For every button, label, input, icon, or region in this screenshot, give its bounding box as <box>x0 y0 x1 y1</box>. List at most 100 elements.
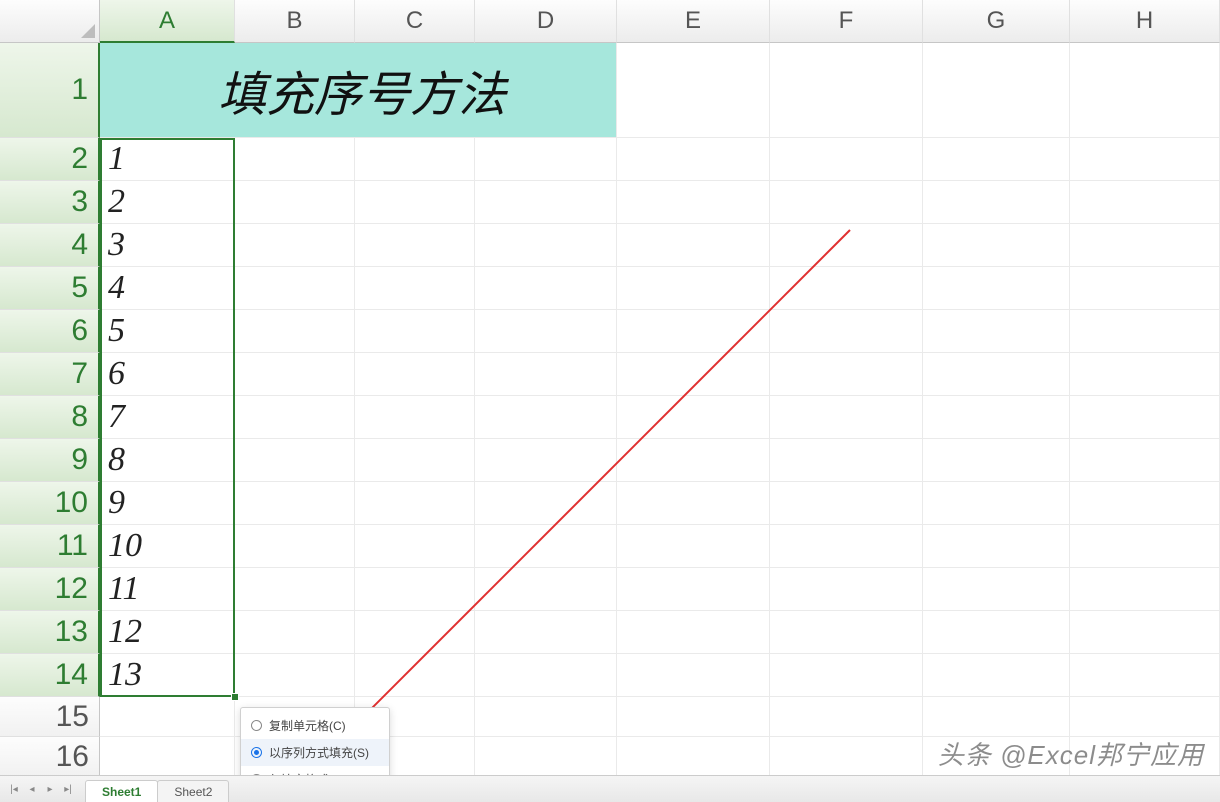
cell-H14[interactable] <box>1070 654 1220 697</box>
cell-B2[interactable] <box>235 138 355 181</box>
cell-E6[interactable] <box>617 310 770 353</box>
cell-F5[interactable] <box>770 267 923 310</box>
cell-B11[interactable] <box>235 525 355 568</box>
cell-D7[interactable] <box>475 353 617 396</box>
cell-A12[interactable]: 11 <box>100 568 235 611</box>
cell-F9[interactable] <box>770 439 923 482</box>
cell-H9[interactable] <box>1070 439 1220 482</box>
cell-B12[interactable] <box>235 568 355 611</box>
nav-prev-icon[interactable]: ◂ <box>24 781 40 797</box>
cell-A11[interactable]: 10 <box>100 525 235 568</box>
cell-H4[interactable] <box>1070 224 1220 267</box>
cell-A4[interactable]: 3 <box>100 224 235 267</box>
cell-D16[interactable] <box>475 737 617 777</box>
cell-A9[interactable]: 8 <box>100 439 235 482</box>
cell-G10[interactable] <box>923 482 1070 525</box>
nav-last-icon[interactable]: ▸| <box>60 781 76 797</box>
row-header-4[interactable]: 4 <box>0 224 100 267</box>
cell-C11[interactable] <box>355 525 475 568</box>
cell-G1[interactable] <box>923 43 1070 138</box>
cell-E2[interactable] <box>617 138 770 181</box>
cell-D3[interactable] <box>475 181 617 224</box>
cell-E15[interactable] <box>617 697 770 737</box>
cell-F1[interactable] <box>770 43 923 138</box>
cell-C14[interactable] <box>355 654 475 697</box>
cell-B3[interactable] <box>235 181 355 224</box>
cell-G11[interactable] <box>923 525 1070 568</box>
cell-C7[interactable] <box>355 353 475 396</box>
cell-A13[interactable]: 12 <box>100 611 235 654</box>
cell-B8[interactable] <box>235 396 355 439</box>
cell-C12[interactable] <box>355 568 475 611</box>
row-header-5[interactable]: 5 <box>0 267 100 310</box>
column-header-A[interactable]: A <box>100 0 235 43</box>
cell-A16[interactable] <box>100 737 235 777</box>
cell-D4[interactable] <box>475 224 617 267</box>
cell-E12[interactable] <box>617 568 770 611</box>
cell-G4[interactable] <box>923 224 1070 267</box>
row-header-15[interactable]: 15 <box>0 697 100 737</box>
fill-handle[interactable] <box>231 693 239 701</box>
cell-A6[interactable]: 5 <box>100 310 235 353</box>
cell-G7[interactable] <box>923 353 1070 396</box>
cell-C2[interactable] <box>355 138 475 181</box>
cell-C3[interactable] <box>355 181 475 224</box>
cell-D6[interactable] <box>475 310 617 353</box>
column-header-C[interactable]: C <box>355 0 475 43</box>
column-header-B[interactable]: B <box>235 0 355 43</box>
cell-H12[interactable] <box>1070 568 1220 611</box>
cell-E11[interactable] <box>617 525 770 568</box>
row-header-10[interactable]: 10 <box>0 482 100 525</box>
cell-A14[interactable]: 13 <box>100 654 235 697</box>
cell-C9[interactable] <box>355 439 475 482</box>
cell-B6[interactable] <box>235 310 355 353</box>
row-header-7[interactable]: 7 <box>0 353 100 396</box>
cell-D9[interactable] <box>475 439 617 482</box>
cell-H3[interactable] <box>1070 181 1220 224</box>
cell-F8[interactable] <box>770 396 923 439</box>
cell-A15[interactable] <box>100 697 235 737</box>
cell-D15[interactable] <box>475 697 617 737</box>
cell-E4[interactable] <box>617 224 770 267</box>
cell-G12[interactable] <box>923 568 1070 611</box>
row-header-2[interactable]: 2 <box>0 138 100 181</box>
cell-G8[interactable] <box>923 396 1070 439</box>
cell-D8[interactable] <box>475 396 617 439</box>
cell-G3[interactable] <box>923 181 1070 224</box>
cell-F6[interactable] <box>770 310 923 353</box>
cell-C5[interactable] <box>355 267 475 310</box>
cell-E7[interactable] <box>617 353 770 396</box>
cell-H15[interactable] <box>1070 697 1220 737</box>
cell-C4[interactable] <box>355 224 475 267</box>
cell-H6[interactable] <box>1070 310 1220 353</box>
nav-first-icon[interactable]: |◂ <box>6 781 22 797</box>
cell-B10[interactable] <box>235 482 355 525</box>
cell-E3[interactable] <box>617 181 770 224</box>
cell-A2[interactable]: 1 <box>100 138 235 181</box>
cell-B4[interactable] <box>235 224 355 267</box>
column-header-F[interactable]: F <box>770 0 923 43</box>
cell-B13[interactable] <box>235 611 355 654</box>
cell-G9[interactable] <box>923 439 1070 482</box>
cell-H2[interactable] <box>1070 138 1220 181</box>
cell-E1[interactable] <box>617 43 770 138</box>
cell-G13[interactable] <box>923 611 1070 654</box>
cell-F13[interactable] <box>770 611 923 654</box>
cell-H10[interactable] <box>1070 482 1220 525</box>
cell-A7[interactable]: 6 <box>100 353 235 396</box>
row-header-3[interactable]: 3 <box>0 181 100 224</box>
cell-C13[interactable] <box>355 611 475 654</box>
cell-B9[interactable] <box>235 439 355 482</box>
nav-next-icon[interactable]: ▸ <box>42 781 58 797</box>
cell-H11[interactable] <box>1070 525 1220 568</box>
cell-C6[interactable] <box>355 310 475 353</box>
row-header-13[interactable]: 13 <box>0 611 100 654</box>
cell-E14[interactable] <box>617 654 770 697</box>
cell-E16[interactable] <box>617 737 770 777</box>
cell-E5[interactable] <box>617 267 770 310</box>
select-all-corner[interactable] <box>0 0 100 43</box>
cell-F15[interactable] <box>770 697 923 737</box>
fill-option-1[interactable]: 以序列方式填充(S) <box>241 739 389 766</box>
cell-H5[interactable] <box>1070 267 1220 310</box>
cell-G15[interactable] <box>923 697 1070 737</box>
